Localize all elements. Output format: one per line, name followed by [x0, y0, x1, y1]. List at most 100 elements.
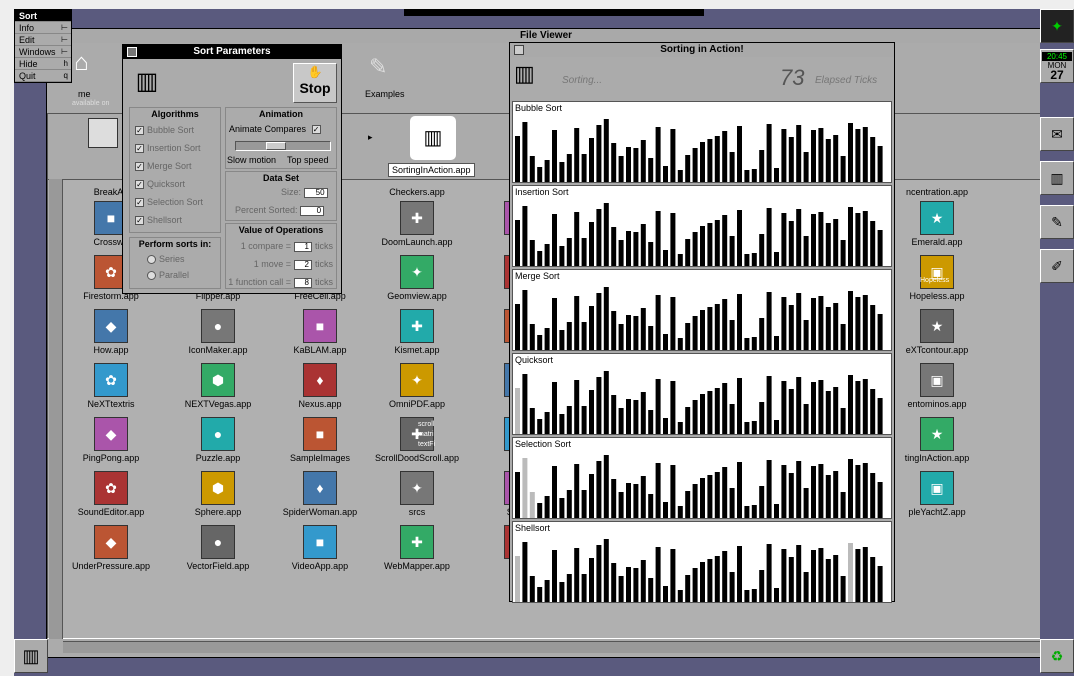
computer-icon[interactable]	[88, 118, 118, 148]
app-image-icon: ✦	[400, 363, 434, 397]
sort-bar	[714, 304, 720, 350]
app-icon[interactable]: ★ Emerald.app	[892, 201, 982, 247]
sort-bar	[766, 208, 772, 266]
app-icon[interactable]: ■ KaBLAM.app	[275, 309, 365, 355]
app-icon[interactable]: ★ tingInAction.app	[892, 417, 982, 463]
stop-button[interactable]: ✋ Stop	[293, 63, 337, 103]
close-icon[interactable]	[127, 47, 137, 57]
app-icon[interactable]: ★ eXTcontour.app	[892, 309, 982, 355]
examples-icon[interactable]: ✎	[369, 54, 399, 84]
clock-tile[interactable]: 20:45 MON 27	[1040, 49, 1074, 83]
sorting-shelf-icon[interactable]: ▥	[410, 116, 456, 160]
sort-bar	[759, 318, 765, 350]
slider-knob[interactable]	[266, 142, 286, 150]
parallel-radio[interactable]: Parallel	[147, 270, 189, 281]
file-viewer-scrollbar[interactable]	[49, 179, 63, 639]
sort-bar	[870, 557, 876, 602]
sort-parameters-titlebar[interactable]: Sort Parameters	[123, 45, 341, 59]
sort-bar	[663, 166, 668, 182]
sort-bar	[581, 574, 587, 602]
app-icon[interactable]: ♦ SpiderWoman.app	[275, 471, 365, 517]
algorithm-checkbox[interactable]: ✓ Bubble Sort	[135, 125, 195, 136]
algorithm-checkbox[interactable]: ✓ Selection Sort	[135, 197, 203, 208]
animate-compares-checkbox[interactable]: Animate Compares ✓	[229, 124, 324, 135]
home-icon[interactable]: ⌂	[74, 49, 104, 79]
menu-title[interactable]: Sort	[15, 10, 71, 22]
app-icon[interactable]: ✿ NeXTtextris	[66, 363, 156, 409]
app-icon[interactable]: Checkers.app	[372, 187, 462, 197]
library-icon[interactable]: ▥	[1040, 161, 1074, 195]
sort-bar	[803, 152, 809, 182]
app-icon[interactable]: ◆ How.app	[66, 309, 156, 355]
home-label[interactable]: me	[78, 89, 91, 99]
app-icon[interactable]: ✚ DoomLaunch.app	[372, 201, 462, 247]
algorithm-checkbox[interactable]: ✓ Quicksort	[135, 179, 185, 190]
sort-bar	[529, 492, 535, 518]
app-icon[interactable]: ⬢ NEXTVegas.app	[173, 363, 263, 409]
menu-item-quit[interactable]: Quit q	[15, 70, 71, 82]
operation-field[interactable]: 8	[294, 277, 312, 288]
app-icon[interactable]: ◆ PingPong.app	[66, 417, 156, 463]
series-radio[interactable]: Series	[147, 254, 185, 265]
sort-bar	[677, 590, 683, 602]
file-viewer-hscroll[interactable]	[63, 641, 1043, 653]
app-icon[interactable]: ● Puzzle.app	[173, 417, 263, 463]
sort-bar	[803, 404, 809, 434]
menu-item-info[interactable]: Info ⊢	[15, 22, 71, 34]
operation-field[interactable]: 2	[294, 259, 312, 270]
sort-bar	[796, 461, 802, 518]
app-icon[interactable]: ✚ ScrollDoodScroll.app	[372, 417, 462, 463]
sort-bar	[633, 568, 639, 602]
percent-field[interactable]: 0	[300, 205, 325, 216]
app-icon[interactable]: ✚ WebMapper.app	[372, 525, 462, 571]
sort-bar	[811, 214, 816, 266]
sorting-shelf-label[interactable]: SortingInAction.app	[388, 163, 475, 177]
draw-icon[interactable]: ✐	[1040, 249, 1074, 283]
recycler-icon[interactable]: ♻	[1040, 639, 1074, 673]
app-icon[interactable]: ♦ Nexus.app	[275, 363, 365, 409]
sort-miniwindow-icon[interactable]: ▥	[14, 639, 48, 673]
app-label: ncentration.app	[905, 187, 969, 197]
speed-slider[interactable]	[235, 141, 331, 151]
app-icon[interactable]: ✚ Kismet.app	[372, 309, 462, 355]
app-icon[interactable]: ✦ Geomview.app	[372, 255, 462, 301]
algorithm-checkbox[interactable]: ✓ Merge Sort	[135, 161, 192, 172]
app-icon[interactable]: ✦ srcs	[372, 471, 462, 517]
sort-bar	[714, 472, 720, 518]
app-icon[interactable]: ✿ SoundEditor.app	[66, 471, 156, 517]
operation-field[interactable]: 1	[294, 241, 312, 252]
next-logo-icon[interactable]: ✦	[1040, 9, 1074, 43]
app-icon[interactable]: ✦ OmniPDF.app	[372, 363, 462, 409]
sorting-titlebar[interactable]: Sorting in Action!	[510, 43, 894, 57]
app-icon[interactable]: ● IconMaker.app	[173, 309, 263, 355]
app-icon[interactable]: ⬢ Sphere.app	[173, 471, 263, 517]
sort-bar	[566, 322, 572, 350]
menu-item-edit[interactable]: Edit ⊢	[15, 34, 71, 46]
size-field[interactable]: 50	[303, 187, 328, 198]
app-icon[interactable]: ■ VideoApp.app	[275, 525, 365, 571]
file-viewer-titlebar[interactable]: File Viewer	[47, 29, 1045, 43]
mail-icon[interactable]: ✉	[1040, 117, 1074, 151]
menu-item-hide[interactable]: Hide h	[15, 58, 71, 70]
edit-icon[interactable]: ✎	[1040, 205, 1074, 239]
menu-item-windows[interactable]: Windows ⊢	[15, 46, 71, 58]
app-icon[interactable]: ■ SampleImages	[275, 417, 365, 463]
sort-bar	[574, 212, 580, 266]
app-icon[interactable]: ▣ pleYachtZ.app	[892, 471, 982, 517]
app-icon[interactable]: ▣ entominos.app	[892, 363, 982, 409]
app-image-icon: ◆	[94, 525, 128, 559]
sort-bar	[618, 240, 624, 266]
algorithm-checkbox[interactable]: ✓ Insertion Sort	[135, 143, 201, 154]
sort-bar	[544, 328, 550, 350]
examples-label[interactable]: Examples	[365, 89, 405, 99]
algorithm-checkbox[interactable]: ✓ Shellsort	[135, 215, 182, 226]
app-icon[interactable]: ncentration.app	[892, 187, 982, 197]
app-icon[interactable]: ● VectorField.app	[173, 525, 263, 571]
sort-bar	[714, 388, 720, 434]
sort-bar	[848, 207, 853, 266]
close-icon[interactable]	[514, 45, 524, 55]
sort-bar	[862, 295, 868, 350]
algorithm-label: Bubble Sort	[147, 125, 195, 135]
app-icon[interactable]: ◆ UnderPressure.app	[66, 525, 156, 571]
app-label: Emerald.app	[911, 237, 963, 247]
